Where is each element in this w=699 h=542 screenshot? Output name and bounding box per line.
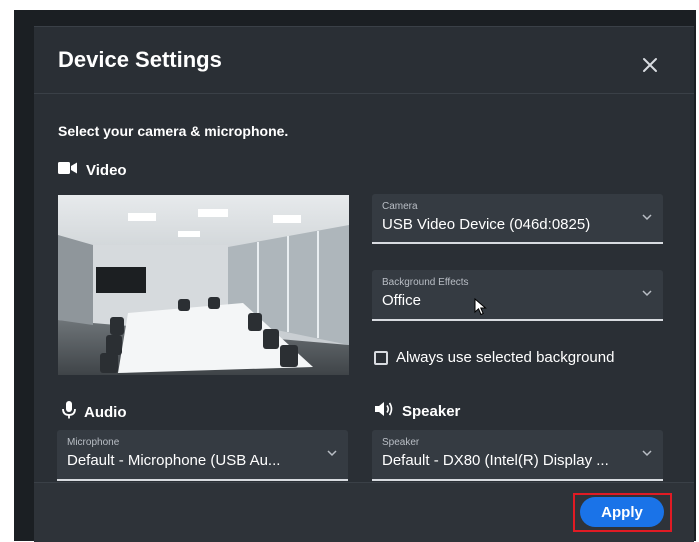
video-section-label: Video bbox=[86, 161, 127, 179]
video-camera-icon bbox=[58, 161, 78, 179]
chevron-down-icon bbox=[641, 446, 653, 458]
video-section-header: Video bbox=[58, 161, 127, 179]
close-icon[interactable] bbox=[638, 53, 662, 77]
header-divider bbox=[34, 93, 694, 94]
microphone-select[interactable]: Microphone Default - Microphone (USB Au.… bbox=[57, 430, 348, 481]
camera-select-label: Camera bbox=[382, 201, 418, 212]
microphone-icon bbox=[62, 401, 76, 423]
speaker-icon bbox=[374, 401, 394, 421]
device-settings-dialog: Device Settings Select your camera & mic… bbox=[34, 26, 694, 542]
speaker-section-label: Speaker bbox=[402, 402, 461, 420]
always-use-background-checkbox[interactable]: Always use selected background bbox=[374, 349, 614, 366]
speaker-section-header: Speaker bbox=[374, 401, 460, 421]
microphone-select-value: Default - Microphone (USB Au... bbox=[67, 452, 281, 469]
apply-button[interactable]: Apply bbox=[580, 497, 664, 527]
chevron-down-icon bbox=[641, 210, 653, 222]
apply-button-label: Apply bbox=[601, 503, 643, 521]
mouse-cursor-icon bbox=[474, 297, 488, 316]
camera-preview-image bbox=[58, 195, 349, 375]
background-effects-value: Office bbox=[382, 292, 421, 309]
microphone-select-label: Microphone bbox=[67, 437, 120, 448]
background-effects-select[interactable]: Background Effects Office bbox=[372, 270, 663, 321]
always-use-background-label: Always use selected background bbox=[396, 349, 615, 366]
dialog-title: Device Settings bbox=[58, 47, 222, 72]
speaker-select-value: Default - DX80 (Intel(R) Display ... bbox=[382, 452, 609, 469]
audio-section-label: Audio bbox=[84, 403, 127, 421]
camera-select-value: USB Video Device (046d:0825) bbox=[382, 216, 591, 233]
background-effects-label: Background Effects bbox=[382, 277, 469, 288]
speaker-select-label: Speaker bbox=[382, 437, 420, 448]
chevron-down-icon bbox=[326, 446, 338, 458]
speaker-select[interactable]: Speaker Default - DX80 (Intel(R) Display… bbox=[372, 430, 663, 481]
audio-section-header: Audio bbox=[62, 401, 127, 423]
checkbox-box[interactable] bbox=[374, 350, 388, 365]
chevron-down-icon bbox=[641, 286, 653, 298]
camera-select[interactable]: Camera USB Video Device (046d:0825) bbox=[372, 194, 663, 244]
dialog-subtitle: Select your camera & microphone. bbox=[58, 123, 289, 139]
